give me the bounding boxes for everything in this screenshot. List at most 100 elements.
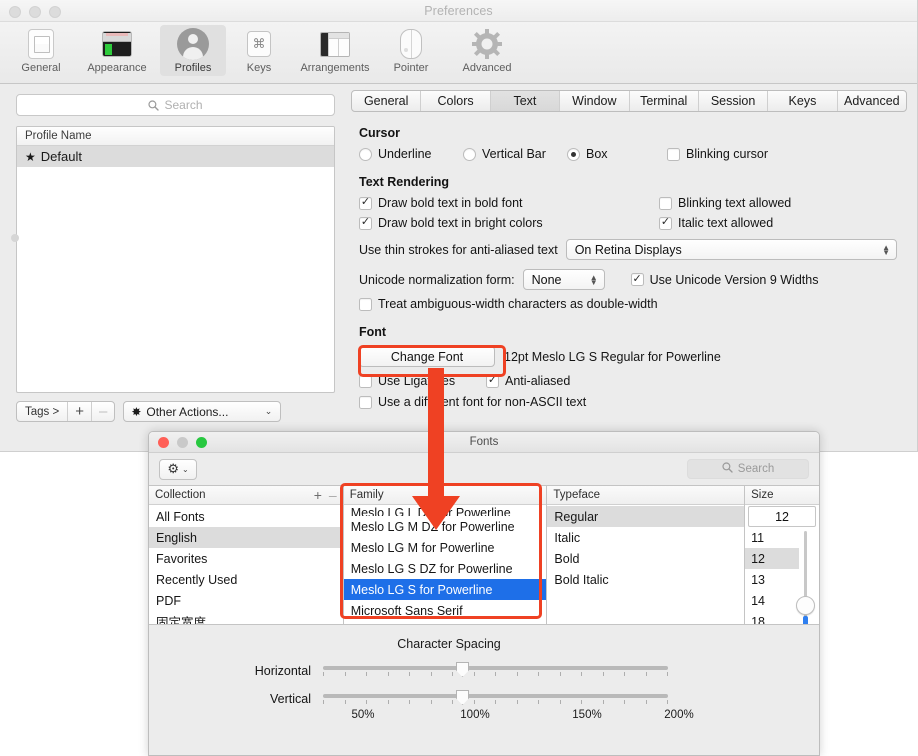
list-item[interactable]: Bold Italic [547,569,744,590]
checkbox-anti-aliased[interactable]: Anti-aliased [486,374,570,388]
size-list[interactable]: 11 12 13 14 18 [745,527,819,624]
unicode-normalization-select[interactable]: None ▲ ▼ [522,269,605,290]
toolbar-item-arrangements[interactable]: Arrangements [292,25,378,76]
size-slider-knob[interactable] [796,596,815,615]
tab-colors[interactable]: Colors [421,91,491,111]
fonts-action-gear-button[interactable]: ⚙ ⌄ [159,458,197,480]
table-row[interactable]: ★ Default [17,146,334,167]
zoom-button[interactable] [49,6,61,18]
vertical-spacing-row: Vertical [149,690,819,707]
tab-text[interactable]: Text [490,91,561,111]
collection-list[interactable]: All Fonts English Favorites Recently Use… [149,505,343,624]
profile-name-cell: Default [40,149,82,164]
list-item-partial[interactable]: Meslo LG L DZ for Powerline [344,506,547,516]
window-controls[interactable] [9,6,61,18]
horizontal-spacing-label: Horizontal [254,664,311,678]
toolbar-item-keys[interactable]: ⌘ Keys [226,25,292,76]
checkbox-non-ascii-font-control[interactable] [359,395,372,409]
fonts-close-button[interactable] [158,437,169,448]
checkbox-blinking-text-control[interactable] [659,196,672,210]
list-item[interactable]: Italic [547,527,744,548]
font-family-list[interactable]: Meslo LG L DZ for Powerline Meslo LG M D… [343,505,547,624]
fonts-zoom-button[interactable] [196,437,207,448]
split-handle[interactable] [11,234,19,242]
radio-vertical-bar-control[interactable] [463,147,476,161]
checkbox-bright-colors-control[interactable] [359,216,372,230]
list-item[interactable]: Regular [547,506,745,527]
list-item[interactable]: 11 [745,527,819,548]
checkbox-ligatures-control[interactable] [359,374,372,388]
minimize-button[interactable] [29,6,41,18]
radio-underline[interactable]: Underline [359,147,463,161]
list-item[interactable]: 12 [745,548,799,569]
tab-general[interactable]: General [352,91,422,111]
tags-button[interactable]: Tags > [17,402,69,421]
radio-box[interactable]: Box [567,147,667,161]
toolbar-item-appearance[interactable]: Appearance [74,25,160,76]
checkbox-unicode9[interactable]: Use Unicode Version 9 Widths [630,273,818,287]
change-font-button[interactable]: Change Font [359,346,495,367]
vertical-spacing-slider[interactable] [323,690,668,707]
checkbox-ambiguous-width[interactable]: Treat ambiguous-width characters as doub… [359,297,658,311]
list-item[interactable]: Microsoft Sans Serif [344,600,547,621]
list-item[interactable]: 固定宽度 [149,611,343,624]
add-collection-button[interactable]: + [314,486,322,505]
list-item[interactable]: English [149,527,343,548]
split-divider[interactable] [0,84,19,451]
tab-window[interactable]: Window [560,91,630,111]
checkbox-italic-text-control[interactable] [659,216,672,230]
checkbox-italic-text[interactable]: Italic text allowed [659,216,773,230]
checkbox-blinking-cursor-control[interactable] [667,147,680,161]
typeface-list[interactable]: Regular Italic Bold Bold Italic [547,505,745,590]
checkbox-bold-font[interactable]: Draw bold text in bold font [359,196,659,210]
add-profile-button[interactable]: + [68,402,92,421]
horizontal-spacing-slider[interactable] [323,662,668,679]
toolbar-item-pointer[interactable]: Pointer [378,25,444,76]
toolbar-item-general[interactable]: General [8,25,74,76]
checkbox-blinking-cursor[interactable]: Blinking cursor [667,147,768,161]
list-item[interactable]: Meslo LG M for Powerline [344,537,547,558]
list-item[interactable]: Recently Used [149,569,343,590]
fonts-search-input[interactable]: Search [687,459,809,479]
thin-strokes-select[interactable]: On Retina Displays ▲ ▼ [565,239,897,260]
checkbox-ambiguous-width-control[interactable] [359,297,372,311]
fonts-minimize-button[interactable] [177,437,188,448]
profile-actions-segmented[interactable]: Tags > + – [16,401,116,422]
size-input[interactable]: 12 [748,506,816,527]
list-item[interactable]: Meslo LG M DZ for Powerline [344,516,547,537]
list-item[interactable]: Monaco [344,621,547,624]
remove-profile-button[interactable]: – [92,402,114,421]
list-item[interactable]: Favorites [149,548,343,569]
toolbar-item-profiles[interactable]: Profiles [160,25,226,76]
checkbox-unicode9-control[interactable] [630,273,644,286]
tab-keys[interactable]: Keys [768,91,838,111]
checkbox-bold-font-control[interactable] [359,196,372,210]
other-actions-button[interactable]: ✸ Other Actions... ⌄ [123,401,282,422]
radio-box-control[interactable] [567,147,580,161]
fonts-window-controls[interactable] [158,437,207,448]
list-item[interactable]: PDF [149,590,343,611]
radio-vertical-bar[interactable]: Vertical Bar [463,147,567,161]
checkbox-blinking-text[interactable]: Blinking text allowed [659,196,791,210]
collection-header-buttons[interactable]: + – [314,486,337,505]
checkbox-anti-aliased-control[interactable] [486,374,499,388]
list-item[interactable]: Meslo LG S DZ for Powerline [344,558,547,579]
checkbox-non-ascii-font[interactable]: Use a different font for non-ASCII text [359,395,586,409]
settings-tabbar[interactable]: General Colors Text Window Terminal Sess… [351,90,907,112]
tab-session[interactable]: Session [699,91,769,111]
list-item[interactable]: All Fonts [149,506,343,527]
close-button[interactable] [9,6,21,18]
profile-search-input[interactable]: Search [16,94,335,116]
list-item-selected[interactable]: Meslo LG S for Powerline [343,579,547,600]
tab-terminal[interactable]: Terminal [630,91,699,111]
list-item[interactable]: 13 [745,569,819,590]
toolbar-item-advanced[interactable]: Advanced [444,25,530,76]
list-item[interactable]: Bold [547,548,744,569]
tab-advanced[interactable]: Advanced [838,91,906,111]
remove-collection-button[interactable]: – [329,486,337,505]
checkbox-bright-colors[interactable]: Draw bold text in bright colors [359,216,659,230]
radio-underline-control[interactable] [359,147,372,161]
checkbox-ligatures[interactable]: Use Ligatures [359,374,486,388]
profiles-table[interactable]: Profile Name ★ Default [16,126,335,393]
thin-strokes-label: Use thin strokes for anti-aliased text [359,242,558,257]
